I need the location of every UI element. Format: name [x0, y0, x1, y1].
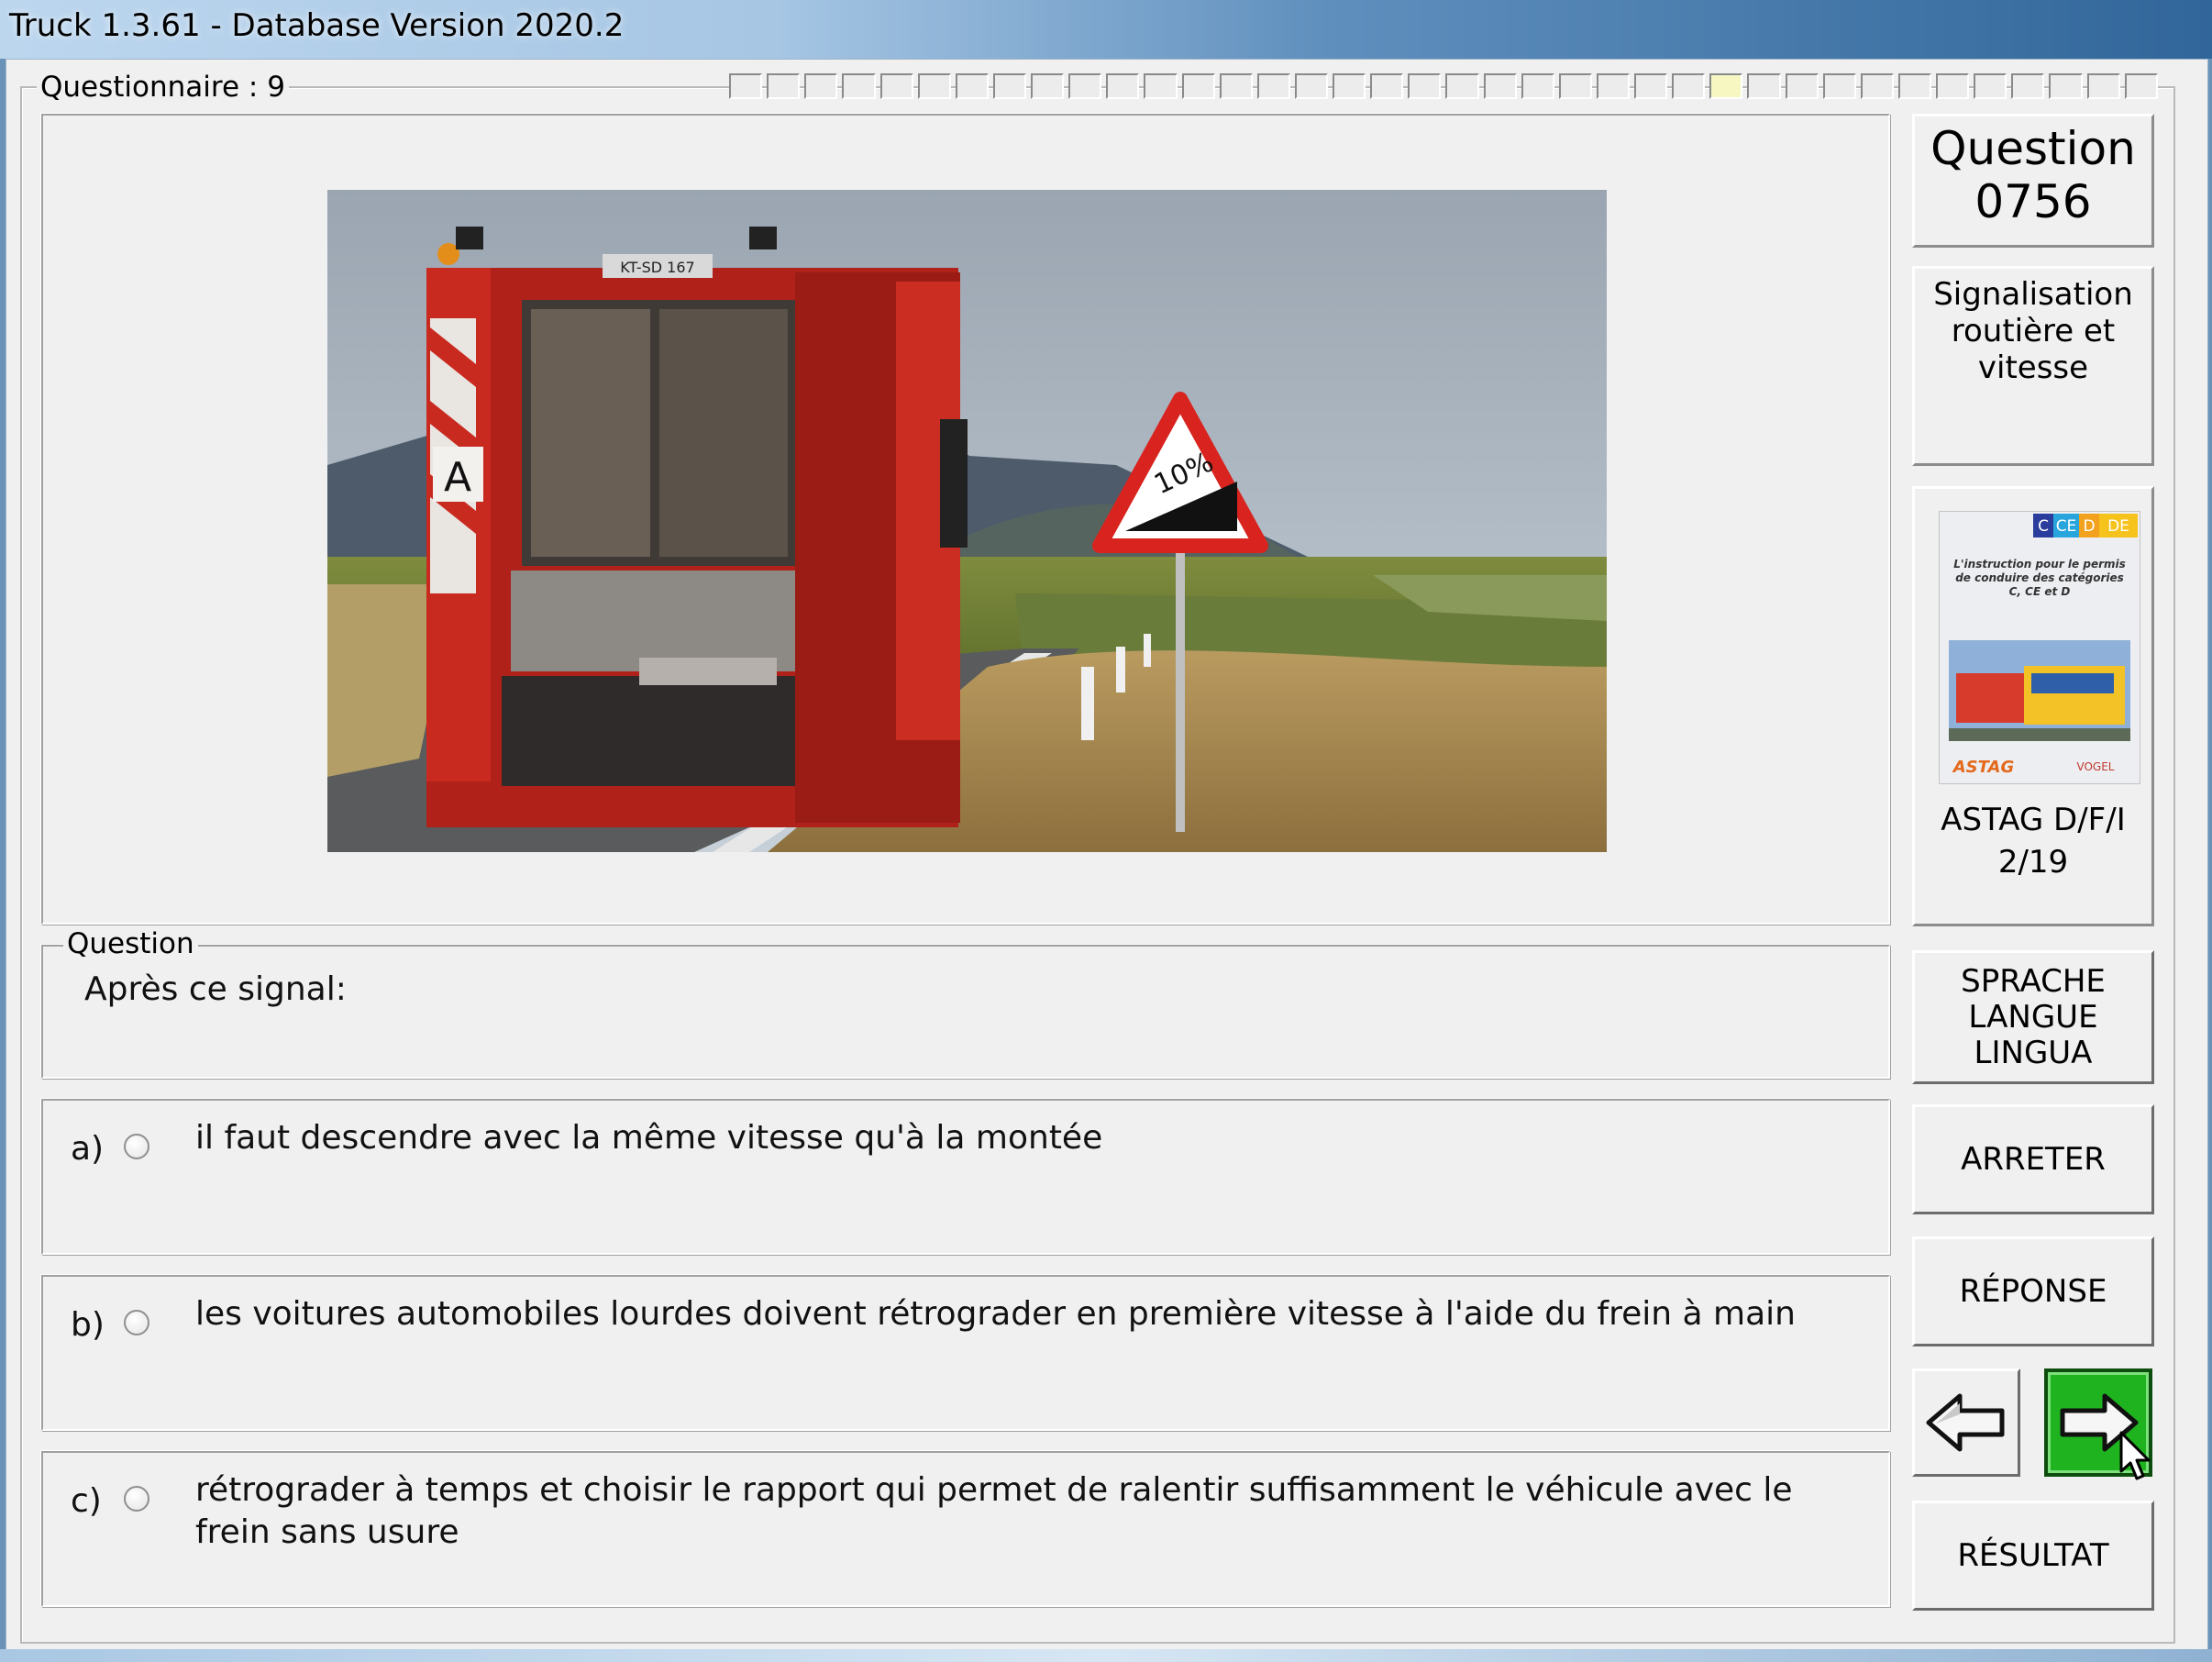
progress-segment [1256, 73, 1290, 99]
progress-segment [1785, 73, 1819, 99]
answer-text: les voitures automobiles lourdes doivent… [195, 1295, 1796, 1333]
progress-segment [955, 73, 989, 99]
questionnaire-progress [729, 73, 2158, 99]
question-section-label: Question [63, 926, 198, 961]
book-publisher: ASTAG [1952, 758, 2014, 777]
answer-text: rétrograder à temps et choisir le rappor… [195, 1471, 1793, 1551]
next-button[interactable] [2044, 1368, 2152, 1480]
progress-segment [1822, 73, 1856, 99]
progress-segment [767, 73, 801, 99]
progress-segment [1219, 73, 1253, 99]
badge-ce: CE [2056, 517, 2077, 536]
category-box: Signalisation routière et vitesse [1912, 266, 2154, 466]
progress-segment [1483, 73, 1517, 99]
question-number-title: Question [1930, 122, 2136, 175]
progress-segment [1596, 73, 1630, 99]
progress-segment [1672, 73, 1706, 99]
book-publisher-2: VOGEL [2076, 760, 2114, 773]
progress-segment [1068, 73, 1102, 99]
progress-segment [2086, 73, 2120, 99]
progress-segment [2049, 73, 2083, 99]
progress-segment [992, 73, 1026, 99]
progress-segment [1181, 73, 1215, 99]
arrow-left-icon [1926, 1393, 2005, 1452]
answer-a-radio[interactable] [124, 1134, 149, 1159]
truck-plate: KT-SD 167 [620, 259, 694, 276]
progress-segment [1294, 73, 1328, 99]
progress-segment [1445, 73, 1479, 99]
window-title: Truck 1.3.61 - Database Version 2020.2 [9, 7, 625, 44]
progress-segment [1370, 73, 1404, 99]
reference-box: C CE D DE L'instruction pour le permis d… [1912, 486, 2154, 926]
previous-button[interactable] [1912, 1368, 2020, 1477]
answer-c-radio[interactable] [124, 1486, 149, 1512]
progress-segment [1031, 73, 1065, 99]
progress-segment [1747, 73, 1781, 99]
progress-segment [1897, 73, 1931, 99]
progress-segment [1634, 73, 1668, 99]
answer-letter: b) [71, 1306, 105, 1344]
stop-button[interactable]: ARRETER [1912, 1104, 2154, 1214]
progress-segment [1521, 73, 1554, 99]
progress-segment [917, 73, 951, 99]
mouse-pointer-icon [2119, 1431, 2151, 1480]
answer-b[interactable]: b) les voitures automobiles lourdes doiv… [41, 1275, 1890, 1431]
badge-d: D [2083, 517, 2095, 536]
book-cover-text: L'instruction pour le permis de conduire… [1953, 558, 2126, 598]
answer-text: il faut descendre avec la même vitesse q… [195, 1119, 1103, 1157]
progress-segment [1408, 73, 1442, 99]
progress-segment [804, 73, 838, 99]
progress-segment [1558, 73, 1592, 99]
progress-segment [729, 73, 763, 99]
progress-segment [1144, 73, 1178, 99]
progress-segment [1974, 73, 2007, 99]
badge-de: DE [2107, 517, 2129, 536]
answer-b-radio[interactable] [124, 1310, 149, 1335]
language-button[interactable]: SPRACHE LANGUE LINGUA [1912, 950, 2154, 1084]
question-panel: Question [41, 926, 1890, 1079]
progress-segment [879, 73, 913, 99]
progress-segment [2124, 73, 2158, 99]
progress-segment [1106, 73, 1140, 99]
question-text: Après ce signal: [84, 970, 347, 1008]
progress-segment [1333, 73, 1366, 99]
answer-a[interactable]: a) il faut descendre avec la même vitess… [41, 1099, 1890, 1255]
progress-segment [1709, 73, 1743, 99]
question-category: Signalisation routière et vitesse [1933, 276, 2133, 386]
progress-segment [842, 73, 876, 99]
answer-c[interactable]: c) rétrograder à temps et choisir le rap… [41, 1451, 1890, 1607]
title-bar: Truck 1.3.61 - Database Version 2020.2 [0, 0, 2212, 59]
progress-segment [2011, 73, 2045, 99]
book-edition: 2/19 [1997, 844, 2069, 881]
answer-letter: c) [71, 1482, 102, 1520]
taskbar-edge [0, 1649, 2212, 1662]
answer-button[interactable]: RÉPONSE [1912, 1236, 2154, 1346]
book-cover-image: C CE D DE L'instruction pour le permis d… [1939, 511, 2140, 784]
answer-letter: a) [71, 1130, 105, 1168]
question-number: 0756 [1974, 175, 2092, 228]
truck-marking: A [444, 454, 471, 501]
questionnaire-label: Questionnaire : 9 [37, 70, 289, 105]
badge-c: C [2038, 517, 2049, 536]
question-photo: KT-SD 167 A 10% [327, 190, 1607, 852]
progress-segment [1936, 73, 1970, 99]
progress-segment [1860, 73, 1894, 99]
question-number-box: Question 0756 [1912, 114, 2154, 248]
result-button[interactable]: RÉSULTAT [1912, 1501, 2154, 1611]
book-reference: ASTAG D/F/I [1941, 802, 2126, 838]
